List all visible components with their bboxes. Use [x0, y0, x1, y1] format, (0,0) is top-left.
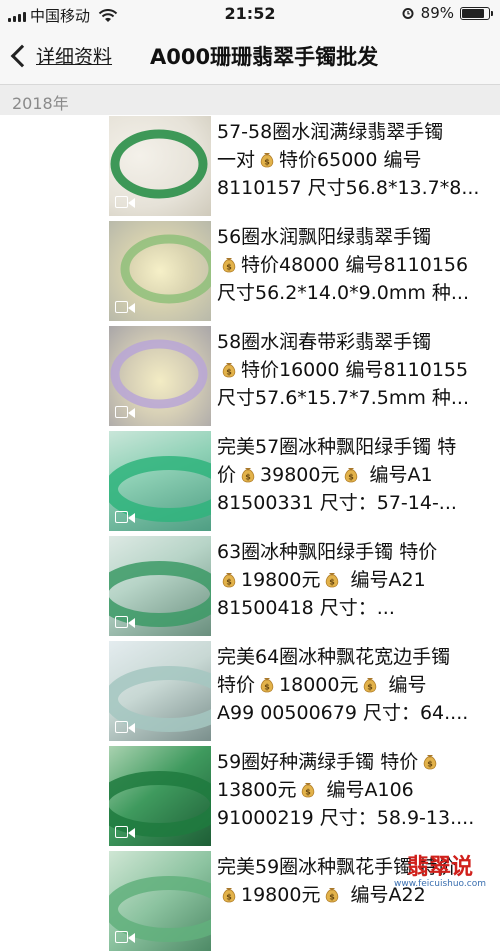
post-caption: 完美57圈冰种飘阳绿手镯 特价 $39800元 $ 编号A1 81500331 尺寸：…: [217, 433, 495, 517]
post-caption: 完美64圈冰种飘花宽边手镯 特价 $18000元 $ 编号 A99 00500679 尺…: [217, 643, 495, 727]
svg-text:$: $: [427, 760, 433, 769]
video-camera-icon: [115, 826, 137, 840]
watermark: 翡翠说 www.feicuishuo.com: [394, 849, 486, 889]
year-section-header: 2018年: [0, 85, 500, 115]
moment-post[interactable]: 57-58圈水润满绿翡翠手镯 一对 $ 特价65000 编号 8110157 尺寸56.…: [109, 116, 500, 216]
post-caption: 58圈水润春带彩翡翠手镯 $ 特价16000 编号8110155 尺寸57.6*15.…: [217, 328, 495, 412]
post-thumbnail[interactable]: [109, 746, 211, 846]
svg-text:$: $: [226, 893, 232, 902]
caption-line: 完美57圈冰种飘阳绿手镯 特: [217, 436, 457, 458]
navigation-bar: 详细资料 A000珊珊翡翠手镯批发: [0, 28, 500, 85]
post-thumbnail[interactable]: [109, 221, 211, 321]
money-bag-icon: $: [222, 258, 236, 273]
post-thumbnail[interactable]: [109, 116, 211, 216]
video-camera-icon: [115, 301, 137, 315]
caption-line: 13800元 $ 编号A106: [217, 779, 414, 801]
money-bag-icon: $: [302, 783, 315, 798]
post-thumbnail[interactable]: [109, 641, 211, 741]
caption-line: 8110157 尺寸56.8*13.7*8...: [217, 177, 480, 199]
page-title: A000珊珊翡翠手镯批发: [150, 45, 379, 69]
status-bar: 中国移动 21:52 89%: [0, 0, 500, 28]
caption-line: 特价 $18000元 $ 编号: [217, 674, 427, 696]
money-bag-icon: $: [260, 153, 274, 168]
svg-text:$: $: [226, 368, 232, 377]
moment-post[interactable]: 56圈水润飘阳绿翡翠手镯 $ 特价48000 编号8110156 尺寸56.2*14.…: [109, 221, 500, 321]
svg-text:$: $: [264, 158, 270, 167]
moment-post[interactable]: 58圈水润春带彩翡翠手镯 $ 特价16000 编号8110155 尺寸57.6*15.…: [109, 326, 500, 426]
caption-line: 尺寸57.6*15.7*7.5mm 种...: [217, 387, 470, 409]
svg-text:$: $: [264, 683, 270, 692]
svg-text:$: $: [368, 683, 374, 692]
svg-text:$: $: [226, 578, 232, 587]
video-camera-icon: [115, 931, 137, 945]
year-label: 2018年: [12, 94, 69, 113]
caption-line: $19800元 $ 编号A21: [217, 566, 495, 594]
video-camera-icon: [115, 721, 137, 735]
caption-line: 81500418 尺寸：...: [217, 597, 395, 619]
moment-post[interactable]: 59圈好种满绿手镯 特价 $ 13800元 $ 编号A106 91000219 尺寸：5…: [109, 746, 500, 846]
money-bag-icon: $: [222, 888, 236, 903]
battery-icon: [460, 6, 493, 20]
moment-post[interactable]: 63圈冰种飘阳绿手镯 特价 $19800元 $ 编号A21 81500418 尺寸：.…: [109, 536, 500, 636]
video-camera-icon: [115, 511, 137, 525]
post-thumbnail[interactable]: [109, 536, 211, 636]
money-bag-icon: $: [241, 468, 255, 483]
post-caption: 56圈水润飘阳绿翡翠手镯 $ 特价48000 编号8110156 尺寸56.2*14.…: [217, 223, 495, 307]
post-caption: 63圈冰种飘阳绿手镯 特价 $19800元 $ 编号A21 81500418 尺寸：.…: [217, 538, 495, 622]
caption-line: 尺寸56.2*14.0*9.0mm 种...: [217, 282, 470, 304]
back-label: 详细资料: [36, 46, 113, 68]
money-bag-icon: $: [222, 573, 236, 588]
post-thumbnail[interactable]: [109, 326, 211, 426]
video-camera-icon: [115, 616, 137, 630]
status-right: 89%: [401, 4, 493, 22]
money-bag-icon: $: [326, 888, 339, 903]
caption-line: 81500331 尺寸：57-14-...: [217, 492, 457, 514]
money-bag-icon: $: [326, 573, 339, 588]
caption-line: 91000219 尺寸：58.9-13....: [217, 807, 475, 829]
money-bag-icon: $: [345, 468, 358, 483]
post-thumbnail[interactable]: [109, 851, 211, 951]
post-caption: 57-58圈水润满绿翡翠手镯 一对 $ 特价65000 编号 8110157 尺寸56.…: [217, 118, 495, 202]
caption-line: 59圈好种满绿手镯 特价 $: [217, 748, 495, 776]
caption-line: 价 $39800元 $ 编号A1: [217, 464, 433, 486]
svg-text:$: $: [349, 473, 355, 482]
watermark-logo: 翡翠说: [406, 854, 473, 880]
back-button[interactable]: 详细资料: [8, 42, 112, 69]
caption-line: 58圈水润春带彩翡翠手镯: [217, 331, 432, 353]
svg-text:$: $: [330, 578, 336, 587]
battery-percent: 89%: [420, 4, 454, 22]
caption-line: $ 特价48000 编号8110156: [217, 251, 495, 279]
svg-text:$: $: [306, 788, 312, 797]
post-caption: 59圈好种满绿手镯 特价 $ 13800元 $ 编号A106 91000219 尺寸：5…: [217, 748, 495, 832]
chevron-left-icon: [10, 44, 34, 67]
alarm-clock-icon: [402, 8, 414, 19]
svg-text:$: $: [245, 473, 251, 482]
caption-line: A99 00500679 尺寸：64....: [217, 702, 469, 724]
svg-text:$: $: [226, 263, 232, 272]
post-thumbnail[interactable]: [109, 431, 211, 531]
caption-line: [217, 909, 495, 937]
money-bag-icon: $: [260, 678, 274, 693]
caption-line: $ 特价16000 编号8110155: [217, 356, 495, 384]
caption-line: 63圈冰种飘阳绿手镯 特价: [217, 541, 438, 563]
money-bag-icon: $: [222, 363, 236, 378]
caption-line: 一对 $ 特价65000 编号: [217, 149, 422, 171]
battery-fill: [462, 8, 485, 18]
video-camera-icon: [115, 196, 137, 210]
caption-line: 56圈水润飘阳绿翡翠手镯: [217, 226, 432, 248]
caption-line: 完美64圈冰种飘花宽边手镯: [217, 646, 451, 668]
money-bag-icon: $: [364, 678, 377, 693]
video-camera-icon: [115, 406, 137, 420]
money-bag-icon: $: [423, 755, 437, 770]
caption-line: 57-58圈水润满绿翡翠手镯: [217, 121, 444, 143]
moment-post[interactable]: 完美64圈冰种飘花宽边手镯 特价 $18000元 $ 编号 A99 00500679 尺…: [109, 641, 500, 741]
moment-post[interactable]: 完美57圈冰种飘阳绿手镯 特价 $39800元 $ 编号A1 81500331 尺寸：…: [109, 431, 500, 531]
svg-text:$: $: [330, 893, 336, 902]
watermark-url: www.feicuishuo.com: [393, 879, 486, 889]
